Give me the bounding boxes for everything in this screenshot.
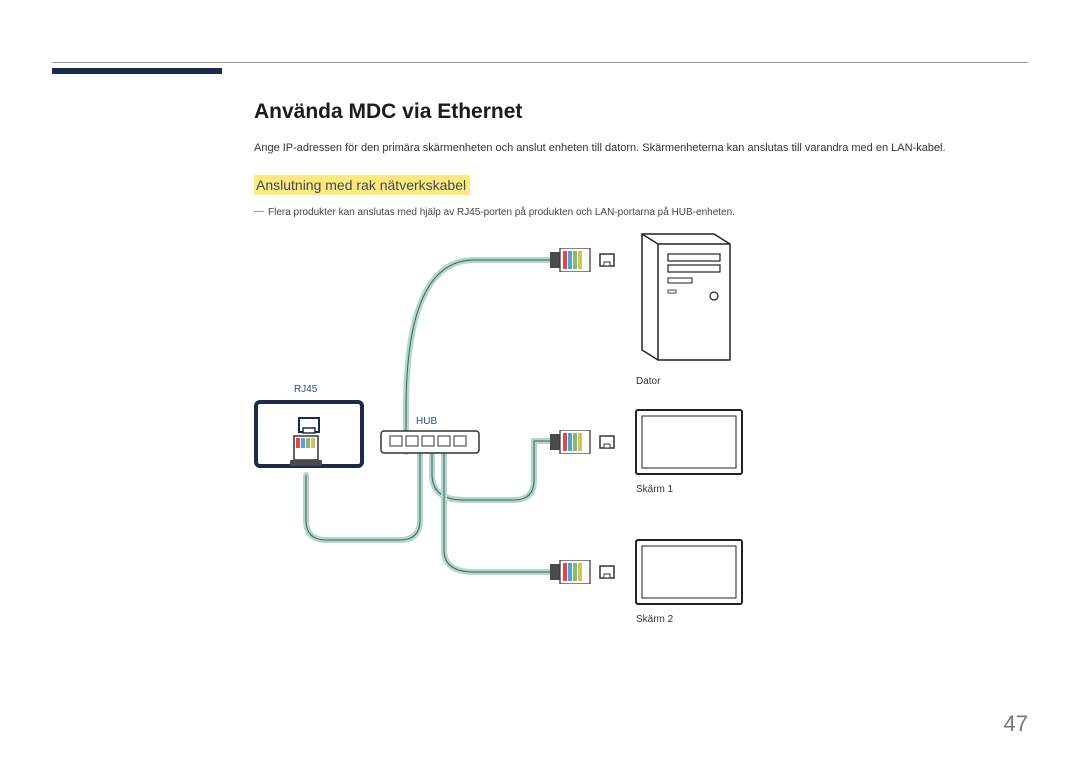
rj45-display-icon (254, 400, 364, 472)
computer-tower-icon (634, 230, 734, 370)
note-text: Flera produkter kan anslutas med hjälp a… (254, 205, 1028, 220)
label-skarm1: Skärm 1 (636, 484, 673, 495)
rj45-connector-skarm1-icon (550, 430, 620, 454)
page-number: 47 (1004, 711, 1028, 737)
section-subheading: Anslutning med rak nätverkskabel (254, 175, 470, 195)
page-title: Använda MDC via Ethernet (254, 100, 1028, 124)
rj45-connector-skarm2-icon (550, 560, 620, 584)
header-accent-bar (52, 68, 222, 74)
monitor-1-icon (634, 408, 744, 478)
label-hub: HUB (416, 416, 437, 427)
label-rj45: RJ45 (294, 384, 317, 395)
connection-diagram: RJ45 HUB Dator Skärm 1 Skärm 2 (254, 220, 1014, 680)
label-skarm2: Skärm 2 (636, 614, 673, 625)
rj45-connector-dator-icon (550, 248, 620, 272)
intro-text: Ange IP-adressen för den primära skärmen… (254, 140, 1028, 157)
monitor-2-icon (634, 538, 744, 608)
header-rule (52, 62, 1028, 63)
label-dator: Dator (636, 376, 660, 387)
hub-icon (380, 430, 480, 460)
